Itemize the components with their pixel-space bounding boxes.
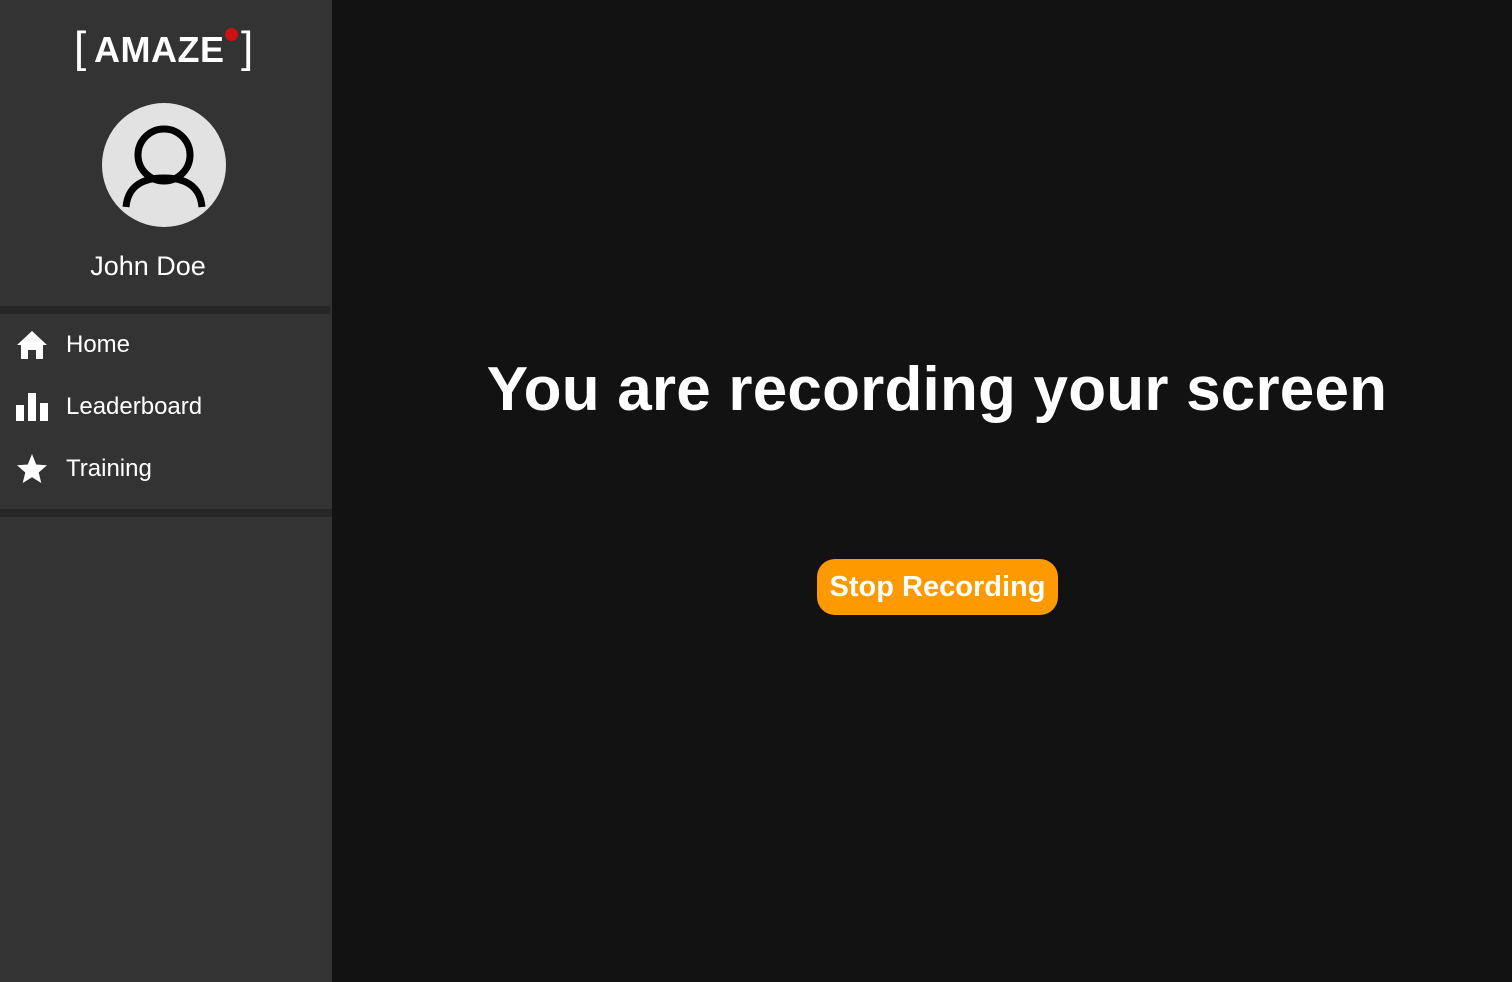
bar-chart-icon <box>16 393 48 421</box>
sidebar: [ AMAZE ] John Doe Home Leaderboard Trai… <box>0 0 332 982</box>
user-name: John Doe <box>90 251 206 281</box>
logo-right-bracket: ] <box>241 23 254 72</box>
sidebar-item-leaderboard[interactable]: Leaderboard <box>0 379 330 435</box>
home-icon <box>17 331 47 359</box>
stop-recording-button[interactable]: Stop Recording <box>817 559 1058 615</box>
sidebar-divider <box>0 306 330 314</box>
sidebar-item-label: Home <box>66 331 131 358</box>
avatar[interactable] <box>102 103 226 227</box>
sidebar-item-training[interactable]: Training <box>0 441 330 497</box>
brand-logo: [ AMAZE ] <box>74 24 264 74</box>
sidebar-item-label: Leaderboard <box>66 393 203 420</box>
logo-left-bracket: [ <box>74 23 87 72</box>
sidebar-item-label: Training <box>66 455 152 482</box>
star-icon <box>17 454 47 483</box>
main-content: You are recording your screen Stop Recor… <box>332 0 1512 982</box>
logo-wordmark: AMAZE <box>94 29 225 70</box>
sidebar-divider <box>0 509 332 517</box>
user-outline-icon <box>122 125 206 208</box>
page-title: You are recording your screen <box>486 355 1388 424</box>
app-window: [ AMAZE ] John Doe Home Leaderboard Trai… <box>0 0 1512 982</box>
recording-dot-icon <box>225 28 238 41</box>
sidebar-item-home[interactable]: Home <box>0 317 330 373</box>
